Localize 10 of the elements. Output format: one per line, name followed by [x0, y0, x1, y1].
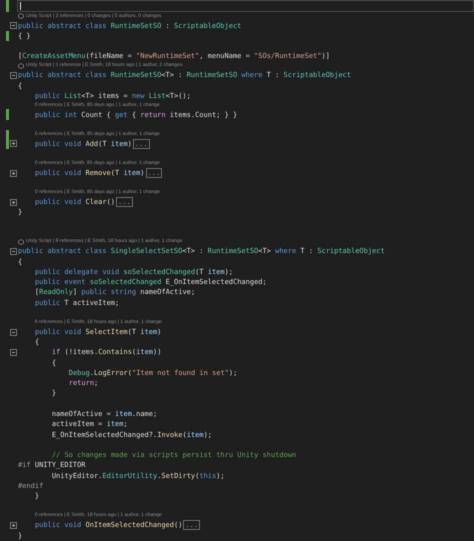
collapse-icon[interactable] — [10, 248, 17, 256]
collapse-icon[interactable] — [10, 72, 17, 80]
expand-icon[interactable] — [10, 140, 17, 148]
text-cursor — [20, 2, 21, 10]
expand-icon[interactable] — [10, 198, 17, 206]
collapse-icon[interactable] — [10, 349, 17, 356]
collapse-icon[interactable] — [10, 328, 17, 336]
collapse-icon[interactable] — [10, 22, 17, 30]
expand-icon[interactable] — [10, 170, 17, 176]
expand-icon[interactable] — [10, 522, 17, 530]
